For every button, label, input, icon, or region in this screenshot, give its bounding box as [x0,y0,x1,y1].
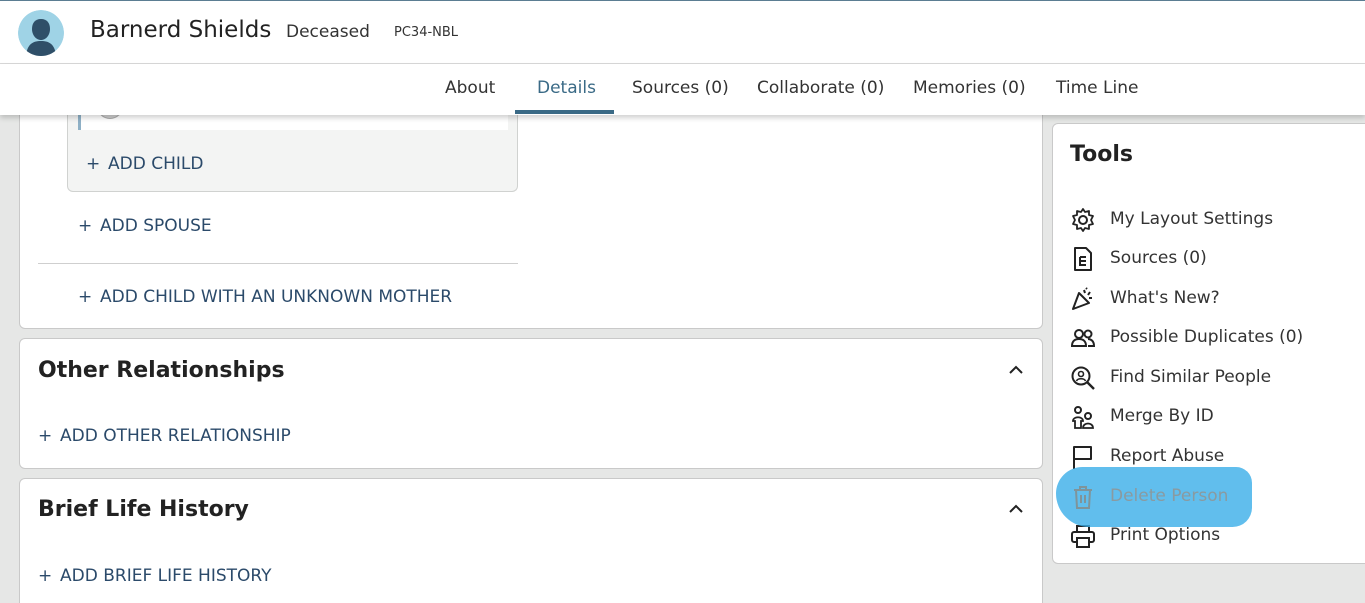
add-child-unknown-mother-button[interactable]: + ADD CHILD WITH AN UNKNOWN MOTHER [78,287,452,307]
plus-icon: + [38,566,53,586]
avatar[interactable] [18,10,64,56]
plus-icon: + [78,287,93,307]
tools-panel: Tools My Layout Settings Sources (0) Wha… [1052,123,1365,564]
tool-merge-by-id[interactable]: Merge By ID [1070,402,1365,432]
tab-memories[interactable]: Memories (0) [913,78,1026,98]
family-members-card: + ADD CHILD + ADD SPOUSE + ADD CHILD WITH A… [19,96,1043,329]
plus-icon: + [78,216,93,236]
tool-find-similar-people[interactable]: Find Similar People [1070,363,1365,393]
gear-icon [1072,208,1094,232]
party-popper-icon [1072,287,1092,310]
person-header: Barnerd Shields Deceased PC34-NBL [0,1,1365,64]
add-other-relationship-button[interactable]: + ADD OTHER RELATIONSHIP [38,426,291,446]
active-tab-indicator [515,110,614,114]
tool-sources[interactable]: Sources (0) [1070,244,1365,274]
tool-delete-person[interactable]: Delete Person [1070,482,1365,512]
merge-people-icon [1072,406,1094,429]
plus-icon: + [86,154,101,174]
chevron-up-icon[interactable] [1008,501,1024,517]
person-id[interactable]: PC34-NBL [394,25,458,40]
person-search-icon [1071,366,1095,390]
person-name: Barnerd Shields [90,17,272,43]
tab-collaborate[interactable]: Collaborate (0) [757,78,884,98]
plus-icon: + [38,426,53,446]
tab-details[interactable]: Details [537,78,596,98]
section-title: Other Relationships [38,358,285,383]
life-status: Deceased [286,22,370,42]
people-icon [1070,329,1096,347]
brief-life-history-card: Brief Life History + ADD BRIEF LIFE HISTO… [19,478,1043,603]
chevron-up-icon[interactable] [1008,362,1024,378]
divider [38,263,518,264]
tab-time-line[interactable]: Time Line [1056,78,1138,98]
tool-possible-duplicates[interactable]: Possible Duplicates (0) [1070,323,1365,353]
add-child-button[interactable]: + ADD CHILD [86,154,203,174]
add-spouse-button[interactable]: + ADD SPOUSE [78,216,212,236]
trash-icon [1074,486,1092,509]
tool-my-layout-settings[interactable]: My Layout Settings [1070,205,1365,235]
tools-title: Tools [1070,142,1133,167]
section-title: Brief Life History [38,497,249,522]
tab-bar: About Details Sources (0) Collaborate (0… [0,64,1365,115]
person-silhouette-icon [18,10,64,56]
tab-sources[interactable]: Sources (0) [632,78,729,98]
other-relationships-card: Other Relationships + ADD OTHER RELATIONS… [19,338,1043,469]
source-document-icon [1074,247,1092,271]
tab-about[interactable]: About [445,78,495,98]
tool-whats-new[interactable]: What's New? [1070,284,1365,314]
add-brief-life-history-button[interactable]: + ADD BRIEF LIFE HISTORY [38,566,272,586]
